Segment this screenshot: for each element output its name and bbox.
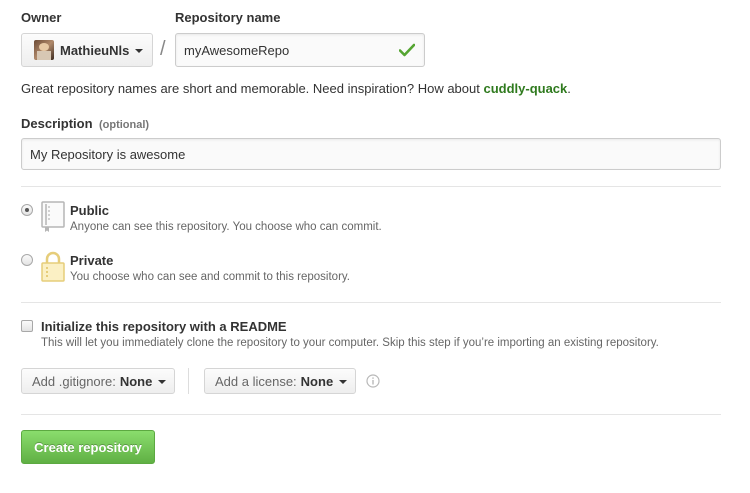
private-description: You choose who can see and commit to thi… — [70, 271, 350, 283]
info-icon[interactable] — [366, 374, 380, 388]
hint-suffix: . — [567, 81, 571, 96]
owner-select[interactable]: MathieuNls — [21, 33, 153, 67]
repo-name-input[interactable]: myAwesomeRepo — [175, 33, 425, 67]
license-prefix: Add a license: — [215, 373, 297, 389]
repo-name-label: Repository name — [175, 10, 281, 25]
chevron-down-icon — [135, 48, 144, 53]
check-icon — [399, 43, 415, 57]
public-description: Anyone can see this repository. You choo… — [70, 221, 382, 233]
divider — [21, 186, 721, 187]
chevron-down-icon — [339, 379, 348, 384]
repo-name-hint: Great repository names are short and mem… — [21, 81, 571, 96]
private-radio[interactable] — [21, 254, 33, 266]
select-divider — [188, 368, 189, 394]
create-repository-label: Create repository — [34, 439, 142, 455]
description-label: Description — [21, 116, 93, 131]
gitignore-prefix: Add .gitignore: — [32, 373, 116, 389]
create-repository-button[interactable]: Create repository — [21, 430, 155, 464]
avatar — [34, 40, 54, 60]
chevron-down-icon — [158, 379, 167, 384]
lock-icon — [41, 251, 65, 282]
gitignore-select[interactable]: Add .gitignore: None — [21, 368, 175, 394]
description-optional-note: (optional) — [98, 119, 150, 131]
hint-text: Great repository names are short and mem… — [21, 81, 484, 96]
divider — [21, 302, 721, 303]
description-label-row: Description (optional) — [21, 115, 149, 133]
public-radio[interactable] — [21, 204, 33, 216]
readme-title: Initialize this repository with a README — [41, 319, 287, 334]
owner-name: MathieuNls — [60, 42, 130, 58]
readme-checkbox[interactable] — [21, 320, 33, 332]
public-title: Public — [70, 203, 110, 218]
repo-book-icon — [41, 201, 65, 232]
name-suggestion-link[interactable]: cuddly-quack — [483, 81, 567, 96]
private-title: Private — [70, 253, 114, 268]
owner-label: Owner — [21, 10, 62, 25]
repo-name-value: myAwesomeRepo — [184, 42, 290, 58]
divider — [21, 414, 721, 415]
path-separator: / — [160, 38, 166, 60]
license-value: None — [300, 373, 334, 389]
gitignore-value: None — [119, 373, 153, 389]
description-value: My Repository is awesome — [30, 146, 186, 162]
description-input[interactable]: My Repository is awesome — [21, 138, 721, 170]
license-select[interactable]: Add a license: None — [204, 368, 356, 394]
readme-description: This will let you immediately clone the … — [41, 337, 659, 349]
